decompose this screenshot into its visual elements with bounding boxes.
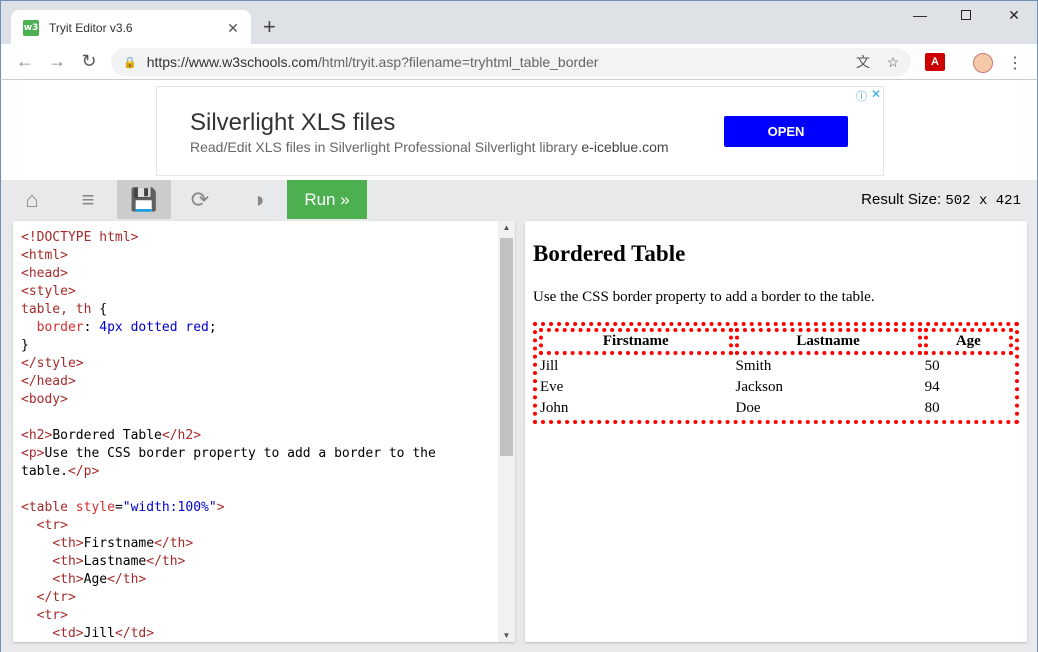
table-cell: 80: [924, 400, 940, 416]
forward-arrow-icon[interactable]: →: [45, 51, 69, 71]
w3schools-favicon-icon: w3: [23, 20, 39, 36]
table-row: Jill Smith 50: [539, 357, 1013, 376]
url-host: https://www.w3schools.com: [146, 54, 318, 70]
omnibox[interactable]: 🔒 https://www.w3schools.com/html/tryit.a…: [111, 48, 911, 76]
scroll-up-arrow-icon[interactable]: ▲: [498, 223, 515, 232]
result-heading: Bordered Table: [533, 241, 686, 266]
browser-menu-icon[interactable]: ⋮: [1005, 53, 1025, 72]
table-row: Eve Jackson 94: [539, 378, 1013, 397]
profile-avatar-icon[interactable]: [973, 53, 993, 73]
table-cell: John: [540, 400, 569, 416]
url-path: /html/tryit.asp?filename=tryhtml_table_b…: [317, 54, 599, 70]
code-scrollbar[interactable]: ▲ ▼: [498, 221, 515, 642]
scroll-down-arrow-icon[interactable]: ▼: [498, 631, 515, 640]
save-floppy-icon[interactable]: 💾: [117, 180, 171, 219]
table-header-cell: Firstname: [539, 328, 733, 355]
table-cell: Doe: [735, 400, 761, 416]
browser-titlebar: w3 Tryit Editor v3.6 ✕ + — ✕: [0, 0, 1038, 46]
ad-subtitle-text: Read/Edit XLS files in Silverlight Profe…: [190, 139, 578, 155]
maximize-window-icon[interactable]: [943, 7, 989, 23]
ad-close-icon[interactable]: ✕: [871, 87, 881, 101]
scrollbar-thumb[interactable]: [500, 238, 513, 456]
acrobat-extension-icon[interactable]: A: [925, 53, 945, 71]
editor-panels: <!DOCTYPE html> <html> <head> <style> ta…: [1, 219, 1037, 652]
minimize-window-icon[interactable]: —: [897, 7, 943, 23]
code-editor[interactable]: <!DOCTYPE html> <html> <head> <style> ta…: [13, 221, 515, 642]
rotate-orientation-icon[interactable]: ⟳: [173, 180, 227, 219]
result-size-value: 502 x 421: [945, 193, 1021, 209]
run-button[interactable]: Run »: [287, 180, 367, 219]
menu-hamburger-icon[interactable]: ≡: [61, 180, 115, 219]
advertisement-banner[interactable]: Silverlight XLS files Read/Edit XLS file…: [156, 86, 884, 176]
url-text[interactable]: https://www.w3schools.com/html/tryit.asp…: [147, 54, 851, 70]
reload-icon[interactable]: ↻: [77, 51, 101, 71]
home-icon[interactable]: ⌂: [5, 180, 59, 219]
table-cell: Smith: [735, 358, 772, 374]
result-paragraph: Use the CSS border property to add a bor…: [533, 289, 875, 305]
ad-subtitle: Read/Edit XLS files in Silverlight Profe…: [190, 139, 669, 155]
lock-icon[interactable]: 🔒: [123, 56, 137, 69]
new-tab-icon[interactable]: +: [263, 15, 276, 39]
table-row: John Doe 80: [539, 399, 1013, 418]
table-cell: Eve: [540, 379, 564, 395]
theme-contrast-icon[interactable]: ◑: [231, 180, 285, 219]
address-bar-row: ← → ↻ 🔒 https://www.w3schools.com/html/t…: [0, 44, 1038, 80]
table-header-cell: Lastname: [734, 328, 922, 355]
table-cell: Jackson: [735, 379, 784, 395]
tab-close-icon[interactable]: ✕: [223, 20, 243, 37]
ad-title[interactable]: Silverlight XLS files: [190, 109, 395, 137]
tab-title: Tryit Editor v3.6: [49, 21, 133, 35]
result-table: Firstname Lastname Age Jill Smith 50 Eve…: [533, 322, 1019, 424]
tryit-toolbar: ⌂ ≡ 💾 ⟳ ◑ Run » Result Size: 502 x 421: [1, 180, 1037, 219]
back-arrow-icon[interactable]: ←: [13, 51, 37, 71]
table-header-cell: Age: [923, 328, 1013, 355]
browser-tab[interactable]: w3 Tryit Editor v3.6 ✕: [11, 10, 251, 46]
table-cell: 94: [924, 379, 940, 395]
page-content: Silverlight XLS files Read/Edit XLS file…: [0, 80, 1038, 652]
table-cell: Jill: [540, 358, 559, 374]
translate-icon[interactable]: 文: [851, 52, 875, 72]
table-header-row: Firstname Lastname Age: [539, 328, 1013, 355]
result-size-label: Result Size:: [861, 191, 942, 208]
table-cell: 50: [924, 358, 940, 374]
code-content[interactable]: <!DOCTYPE html> <html> <head> <style> ta…: [21, 229, 436, 642]
ad-open-button[interactable]: OPEN: [724, 116, 848, 147]
result-preview: Bordered Table Use the CSS border proper…: [525, 221, 1027, 642]
close-window-icon[interactable]: ✕: [991, 7, 1037, 24]
bookmark-star-icon[interactable]: ☆: [881, 54, 905, 71]
adchoices-info-icon[interactable]: ⓘ: [856, 88, 867, 104]
result-size-indicator: Result Size: 502 x 421: [861, 191, 1021, 209]
ad-brand: e-iceblue.com: [581, 139, 669, 155]
